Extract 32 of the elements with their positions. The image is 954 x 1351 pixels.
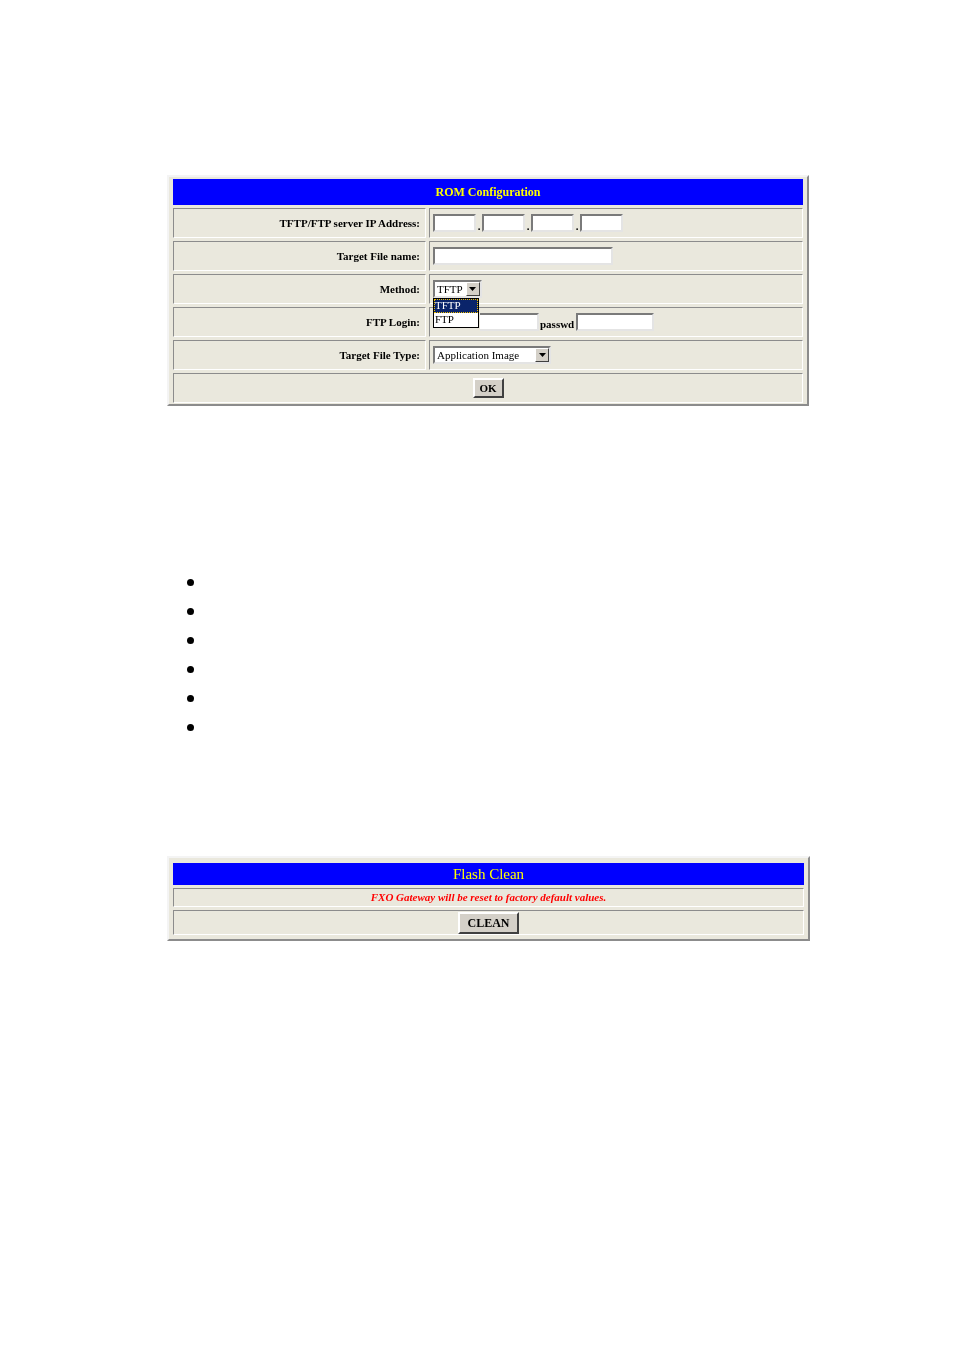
login-input[interactable] (480, 313, 539, 331)
warning-message: FXO Gateway will be reset to factory default values. (370, 890, 607, 906)
dot-separator: . (574, 220, 580, 232)
field-label: TFTP/FTP server IP Address: (173, 208, 426, 238)
dot-separator: . (525, 220, 531, 232)
caret-icon (465, 282, 480, 296)
field-label: FTP Login: (173, 307, 426, 337)
ok-button[interactable]: OK (472, 378, 504, 398)
bullet-icon (187, 666, 194, 673)
dropdown-select[interactable]: TFTP (433, 280, 482, 298)
ip-octet-input[interactable] (433, 214, 476, 232)
caret-icon (535, 348, 549, 362)
bullet-icon (187, 695, 194, 702)
dropdown-option[interactable]: TFTP (434, 299, 478, 313)
password-input[interactable] (576, 313, 655, 331)
bullet-icon (187, 579, 194, 586)
field-label: Method: (173, 274, 426, 304)
ip-octet-input[interactable] (482, 214, 525, 232)
ip-octet-input[interactable] (580, 214, 623, 232)
clean-button[interactable]: CLEAN (458, 911, 519, 934)
passwd-label: passwd (540, 318, 575, 331)
bullet-icon (187, 724, 194, 731)
field-label: Target File name: (173, 241, 426, 271)
dot-separator: . (476, 220, 482, 232)
ip-octet-input[interactable] (531, 214, 574, 232)
panel-title: Flash Clean (173, 863, 804, 885)
field-label: Target File Type: (173, 340, 426, 370)
bullet-icon (187, 608, 194, 615)
dropdown-select[interactable]: Application Image (433, 346, 551, 364)
file-name-input[interactable] (433, 247, 613, 265)
bullet-icon (187, 637, 194, 644)
panel-title: ROM Configuration (173, 179, 803, 205)
